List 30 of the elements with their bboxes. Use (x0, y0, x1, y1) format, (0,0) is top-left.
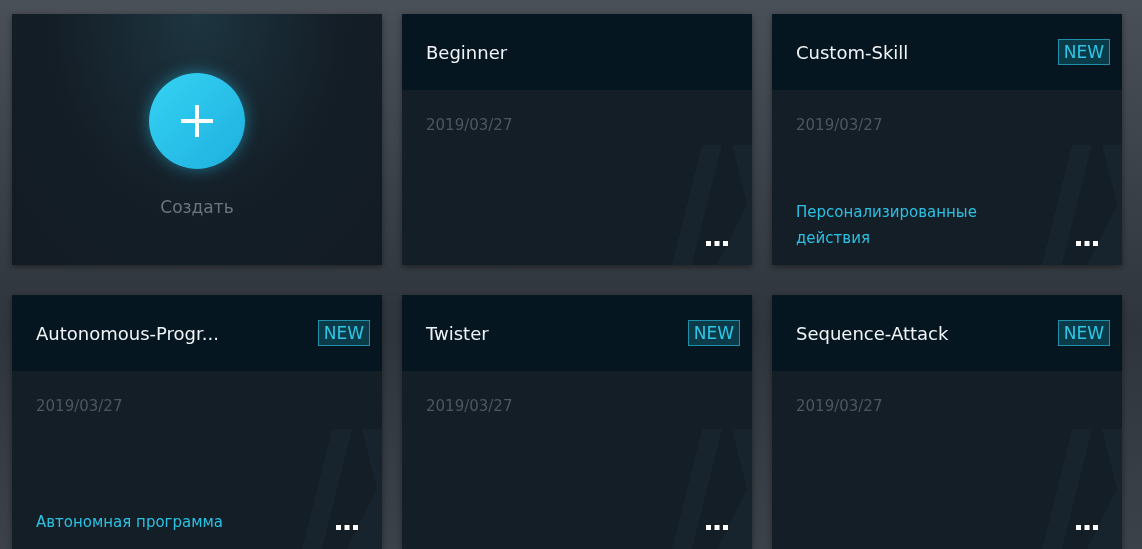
project-title: Beginner (426, 41, 508, 63)
category-label: Автономная программа (36, 511, 224, 533)
plus-icon (180, 103, 214, 138)
more-icon (1076, 241, 1098, 247)
project-title: Sequence-Attack (796, 322, 949, 344)
new-badge: NEW (317, 320, 370, 346)
project-card[interactable]: Autonomous-Progr... NEW 2019/03/27 Автономная программа (12, 295, 382, 549)
date-text: 2019/03/27 (426, 397, 514, 415)
new-badge: NEW (1057, 320, 1110, 346)
more-icon (336, 525, 358, 531)
project-card[interactable]: Sequence-Attack NEW 2019/03/27 (772, 295, 1122, 549)
project-card[interactable]: Beginner 2019/03/27 (402, 14, 752, 265)
date-text: 2019/03/27 (796, 116, 884, 134)
project-title: Custom-Skill (796, 41, 909, 63)
more-icon (706, 525, 728, 531)
date-text: 2019/03/27 (426, 116, 514, 134)
project-title: Twister (426, 322, 489, 344)
create-label: Создать (160, 196, 234, 217)
create-card[interactable]: Создать (12, 14, 382, 265)
date-text: 2019/03/27 (36, 397, 124, 415)
project-title: Autonomous-Progr... (36, 322, 219, 344)
new-badge: NEW (687, 320, 740, 346)
project-card[interactable]: Custom-Skill NEW 2019/03/27 Персонализированные действия (772, 14, 1122, 265)
category-label: Персонализированные действия (796, 202, 978, 249)
add-button[interactable] (149, 72, 245, 169)
more-icon (706, 241, 728, 247)
new-badge: NEW (1057, 39, 1110, 65)
project-card[interactable]: Twister NEW 2019/03/27 (402, 295, 752, 549)
more-icon (1076, 525, 1098, 531)
date-text: 2019/03/27 (796, 397, 884, 415)
